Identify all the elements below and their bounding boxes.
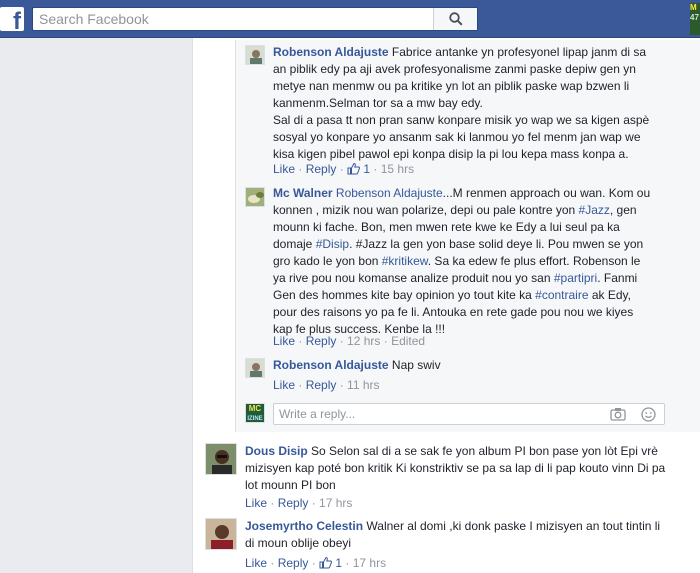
avatar[interactable] bbox=[205, 443, 237, 475]
like-button[interactable]: Like bbox=[245, 496, 267, 510]
top-navigation-bar: f M47 bbox=[0, 0, 700, 38]
reaction-count[interactable]: 1 bbox=[335, 556, 342, 570]
current-user-avatar: MC IZINE bbox=[245, 403, 265, 423]
reply-button[interactable]: Reply bbox=[278, 496, 309, 510]
reply-button[interactable]: Reply bbox=[278, 556, 309, 570]
reply-input[interactable] bbox=[274, 404, 594, 424]
reply-button[interactable]: Reply bbox=[306, 378, 337, 392]
timestamp[interactable]: 11 hrs bbox=[347, 378, 379, 392]
like-button[interactable]: Like bbox=[273, 162, 295, 176]
comment-author[interactable]: Dous Disip bbox=[245, 444, 308, 458]
comment-text: Robenson Aldajuste Nap swiv bbox=[273, 358, 441, 372]
comment-actions: Like · Reply · 11 hrs bbox=[273, 378, 380, 392]
comment-text: Josemyrtho Celestin Walner al domi ,ki d… bbox=[245, 519, 661, 550]
comment-author[interactable]: Robenson Aldajuste bbox=[273, 358, 389, 372]
reply-box bbox=[273, 403, 665, 425]
avatar[interactable] bbox=[245, 358, 265, 378]
hashtag-link[interactable]: #contraire bbox=[535, 288, 588, 302]
search-input[interactable] bbox=[33, 8, 433, 30]
avatar[interactable] bbox=[245, 45, 265, 65]
avatar[interactable] bbox=[205, 518, 237, 550]
mention-link[interactable]: Robenson Aldajuste bbox=[336, 186, 443, 200]
comment-author[interactable]: Josemyrtho Celestin bbox=[245, 519, 363, 533]
facebook-logo-icon[interactable]: f bbox=[0, 7, 24, 34]
comment-author[interactable]: Mc Walner bbox=[273, 186, 333, 200]
hashtag-link[interactable]: #kritikew bbox=[382, 254, 428, 268]
reply-button[interactable]: Reply bbox=[306, 162, 337, 176]
timestamp[interactable]: 15 hrs bbox=[381, 162, 414, 176]
comment-actions: Like · Reply · 1 · 15 hrs bbox=[273, 162, 415, 176]
comment-text: Robenson Aldajuste Fabrice antanke yn pr… bbox=[273, 45, 650, 161]
thumbs-up-icon[interactable] bbox=[319, 556, 333, 569]
hashtag-link[interactable]: #Disip bbox=[316, 237, 349, 251]
hashtag-link[interactable]: #Jazz bbox=[579, 203, 610, 217]
comment-actions: Like · Reply · 12 hrs · Edited bbox=[273, 334, 426, 348]
timestamp[interactable]: 17 hrs bbox=[353, 556, 386, 570]
comment-author[interactable]: Robenson Aldajuste bbox=[273, 45, 389, 59]
hashtag-link[interactable]: #partipri bbox=[554, 271, 597, 285]
like-button[interactable]: Like bbox=[273, 378, 295, 392]
comment-text: Dous Disip So Selon sal di a se sak fe y… bbox=[245, 444, 666, 492]
avatar[interactable] bbox=[245, 187, 265, 207]
comment-actions: Like · Reply · 17 hrs bbox=[245, 496, 353, 510]
page-thumbnail[interactable]: M 47 bbox=[690, 3, 700, 35]
thumbs-up-icon[interactable] bbox=[347, 162, 361, 175]
search-box bbox=[32, 7, 478, 31]
search-icon bbox=[448, 12, 463, 26]
reply-button[interactable]: Reply bbox=[306, 334, 337, 348]
search-button[interactable] bbox=[433, 8, 477, 30]
timestamp[interactable]: 12 hrs bbox=[347, 334, 380, 348]
camera-icon[interactable] bbox=[610, 407, 626, 421]
edited-label[interactable]: Edited bbox=[391, 334, 425, 348]
comment-actions: Like · Reply · 1 · 17 hrs bbox=[245, 556, 387, 570]
emoji-icon[interactable] bbox=[641, 407, 656, 422]
like-button[interactable]: Like bbox=[273, 334, 295, 348]
timestamp[interactable]: 17 hrs bbox=[319, 496, 352, 510]
comment-text: Mc Walner Robenson Aldajuste...M renmen … bbox=[273, 186, 651, 336]
like-button[interactable]: Like bbox=[245, 556, 267, 570]
reaction-count[interactable]: 1 bbox=[363, 162, 370, 176]
